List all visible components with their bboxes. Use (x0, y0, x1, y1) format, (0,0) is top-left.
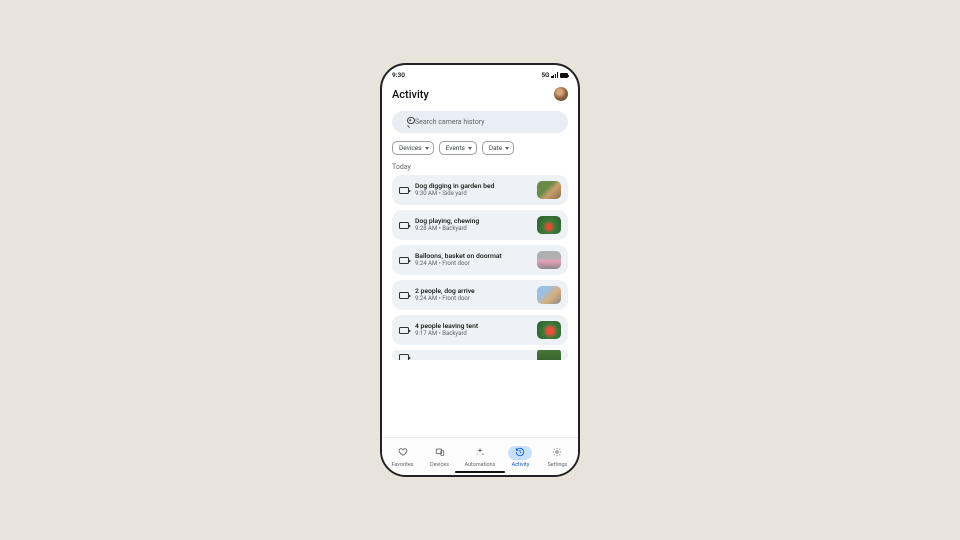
camera-icon (399, 292, 409, 299)
filter-events[interactable]: Events (439, 141, 477, 155)
nav-settings[interactable]: Settings (545, 446, 569, 468)
sparkle-icon (475, 447, 485, 459)
activity-card[interactable]: Dog digging in garden bed 9:30 AM • Side… (392, 175, 568, 205)
event-title: Dog playing, chewing (415, 217, 531, 225)
header: Activity (382, 81, 578, 105)
battery-icon (560, 73, 568, 78)
event-thumbnail (537, 321, 561, 339)
network-label: 5G (541, 71, 549, 79)
event-thumbnail (537, 286, 561, 304)
chevron-down-icon (425, 147, 429, 150)
section-label: Today (382, 161, 578, 175)
nav-automations[interactable]: Automations (465, 446, 496, 468)
nav-devices[interactable]: Devices (428, 446, 452, 468)
status-time: 9:30 (392, 71, 405, 79)
camera-icon (399, 327, 409, 334)
camera-icon (399, 257, 409, 264)
event-subtitle: 9:28 AM • Backyard (415, 225, 531, 233)
activity-list[interactable]: Dog digging in garden bed 9:30 AM • Side… (382, 175, 578, 437)
heart-icon (398, 447, 408, 459)
status-indicators: 5G (541, 71, 568, 79)
activity-card[interactable]: Balloons, basket on doormat 9:24 AM • Fr… (392, 245, 568, 275)
event-subtitle: 9:30 AM • Side yard (415, 190, 531, 198)
event-title: Dog digging in garden bed (415, 182, 531, 190)
activity-card[interactable]: Dog playing, chewing 9:28 AM • Backyard (392, 210, 568, 240)
status-bar: 9:30 5G (382, 65, 578, 81)
event-thumbnail (537, 216, 561, 234)
search-input[interactable]: Search camera history (392, 111, 568, 133)
event-thumbnail (537, 181, 561, 199)
history-icon (515, 447, 525, 459)
nav-label: Automations (465, 462, 496, 468)
phone-frame: 9:30 5G Activity Search camera history D… (380, 63, 580, 477)
filter-date[interactable]: Date (482, 141, 514, 155)
bottom-nav: Favorites Devices Automations Activity S… (382, 437, 578, 475)
filter-devices[interactable]: Devices (392, 141, 434, 155)
page-title: Activity (392, 88, 429, 101)
event-title: 4 people leaving tent (415, 322, 531, 330)
event-title: Balloons, basket on doormat (415, 252, 531, 260)
nav-label: Activity (512, 462, 530, 468)
activity-card[interactable]: 4 people leaving tent 9:17 AM • Backyard (392, 315, 568, 345)
gear-icon (552, 447, 562, 459)
nav-label: Settings (548, 462, 568, 468)
event-title: 2 people, dog arrive (415, 287, 531, 295)
chevron-down-icon (505, 147, 509, 150)
camera-icon (399, 354, 409, 361)
nav-activity[interactable]: Activity (508, 446, 532, 468)
filter-chips: Devices Events Date (382, 139, 578, 161)
nav-label: Favorites (392, 462, 414, 468)
event-thumbnail (537, 350, 561, 360)
activity-card[interactable]: 2 people, dog arrive 9:24 AM • Front doo… (392, 280, 568, 310)
nav-favorites[interactable]: Favorites (391, 446, 415, 468)
chevron-down-icon (468, 147, 472, 150)
signal-icon (551, 72, 558, 78)
avatar[interactable] (554, 87, 568, 101)
home-indicator (455, 471, 505, 474)
event-subtitle: 9:24 AM • Front door (415, 295, 531, 303)
devices-icon (435, 447, 445, 459)
search-icon (400, 118, 409, 127)
event-subtitle: 9:24 AM • Front door (415, 260, 531, 268)
camera-icon (399, 187, 409, 194)
event-thumbnail (537, 251, 561, 269)
nav-label: Devices (430, 462, 449, 468)
event-subtitle: 9:17 AM • Backyard (415, 330, 531, 338)
activity-card[interactable] (392, 350, 568, 360)
camera-icon (399, 222, 409, 229)
search-placeholder: Search camera history (415, 118, 484, 126)
